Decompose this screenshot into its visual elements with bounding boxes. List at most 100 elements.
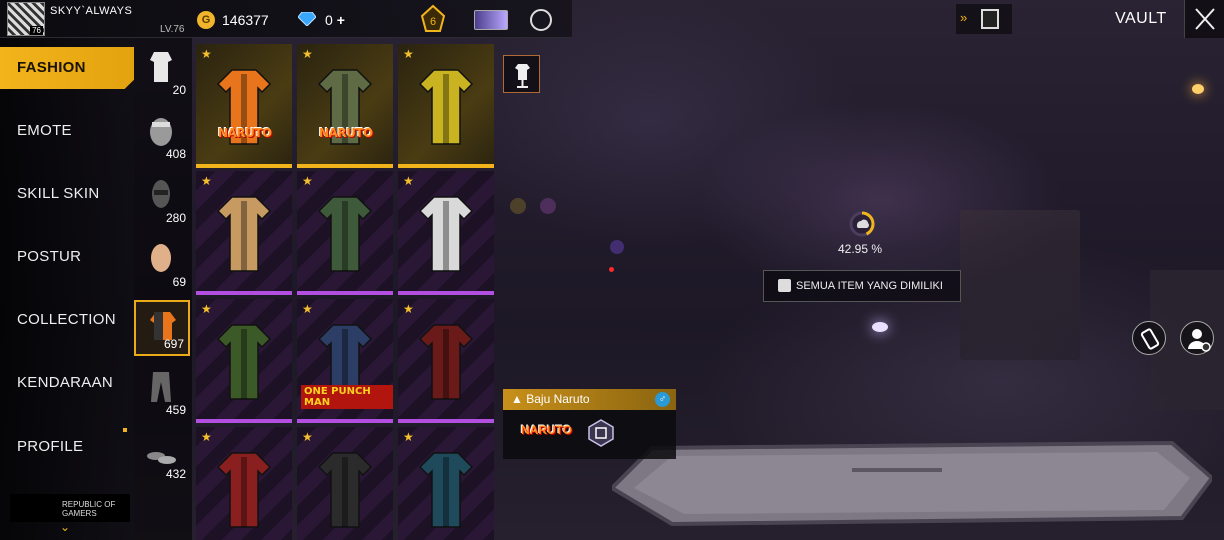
- inventory-item[interactable]: ★: [297, 171, 393, 295]
- emblem-icon[interactable]: [530, 9, 552, 31]
- box-icon: [778, 279, 791, 292]
- shoes-icon: [147, 452, 176, 464]
- menu-item-fashion[interactable]: FASHION: [0, 47, 134, 89]
- inventory-item[interactable]: ★: [297, 427, 393, 540]
- face-icon: [151, 244, 171, 272]
- inventory-item[interactable]: ★: [196, 171, 292, 295]
- menu-item-collection[interactable]: COLLECTION: [0, 299, 134, 341]
- background-light: [1192, 84, 1204, 94]
- display-stage: [612, 440, 1212, 527]
- player-name: SKYY`ALWAYS: [50, 5, 133, 17]
- category-count: 459: [165, 403, 186, 417]
- background-wall: [960, 210, 1080, 360]
- selected-item-name: Baju Naruto: [526, 392, 590, 406]
- inventory-item[interactable]: ★: [196, 299, 292, 423]
- menu-item-skill-skin[interactable]: SKILL SKIN: [0, 173, 134, 215]
- star-icon: ★: [201, 430, 212, 444]
- background-light: [540, 198, 556, 214]
- category-pants[interactable]: 459: [134, 364, 190, 420]
- category-count: 20: [172, 83, 186, 97]
- collab-logo: NARUTO: [319, 126, 373, 140]
- star-icon: ★: [302, 302, 313, 316]
- category-head[interactable]: 280: [134, 172, 190, 228]
- rotate-view-button[interactable]: [1132, 321, 1166, 355]
- background-light: [610, 240, 624, 254]
- category-face[interactable]: 69: [134, 236, 190, 292]
- selected-item-header: ▲ Baju Naruto ♂: [503, 389, 676, 410]
- background-light: [510, 198, 526, 214]
- jacket-icon: [418, 196, 474, 272]
- inventory-item[interactable]: ★: [398, 427, 494, 540]
- jacket-icon: [216, 452, 272, 528]
- category-full-outfit[interactable]: 20: [134, 44, 190, 100]
- collection-progress-ring: [849, 211, 875, 237]
- collab-logo: ONE PUNCH MAN: [301, 385, 393, 409]
- collection-progress-value: 42.95 %: [838, 242, 883, 256]
- menu-item-emote[interactable]: EMOTE: [0, 110, 134, 152]
- item-grid: ★ NARUTO ★ NARUTO ★ ★ ★ ★ ★ ★ ONE PUNCH MAN ★ ★ ★ ★: [192, 38, 494, 540]
- category-column: 20 408 280 69 697 459 432: [134, 38, 192, 540]
- menu-item-profile[interactable]: PROFILE: [0, 426, 134, 468]
- wardrobe-icon: [981, 9, 999, 29]
- jacket-icon: [216, 196, 272, 272]
- branding-text: REPUBLIC OF GAMERS: [62, 500, 116, 518]
- star-icon: ★: [302, 430, 313, 444]
- person-eye-icon: [1188, 329, 1211, 352]
- star-icon: ★: [201, 174, 212, 188]
- wardrobe-toggle-button[interactable]: »: [956, 4, 1012, 34]
- background-light: [609, 267, 614, 272]
- mask-icon: [150, 118, 172, 146]
- inventory-item[interactable]: ★ ONE PUNCH MAN: [297, 299, 393, 423]
- mannequin-button[interactable]: [503, 55, 540, 93]
- inventory-item[interactable]: ★: [398, 44, 494, 168]
- player-level: LV.76: [160, 24, 185, 35]
- jacket-icon: [317, 452, 373, 528]
- collection-icon[interactable]: [587, 419, 615, 447]
- chevron-down-icon[interactable]: ⌄: [60, 520, 70, 534]
- double-chevron-icon: »: [960, 10, 968, 25]
- category-top[interactable]: 697: [134, 300, 190, 356]
- jacket-icon: [418, 324, 474, 400]
- male-icon: ♂: [655, 392, 670, 407]
- star-icon: ★: [201, 302, 212, 316]
- pants-icon: [151, 372, 171, 402]
- player-avatar[interactable]: 76: [7, 2, 45, 36]
- diamond-icon: [298, 12, 316, 26]
- jacket-icon: [418, 452, 474, 528]
- category-count: 697: [163, 337, 184, 351]
- star-icon: ★: [403, 430, 414, 444]
- inventory-item[interactable]: ★ NARUTO: [196, 44, 292, 168]
- star-icon: ★: [302, 47, 313, 61]
- close-button[interactable]: [1184, 0, 1224, 38]
- ticket-icon[interactable]: [474, 10, 508, 30]
- category-mask[interactable]: 408: [134, 108, 190, 164]
- all-owned-items-button[interactable]: SEMUA ITEM YANG DIMILIKI: [763, 270, 961, 302]
- collab-logo: NARUTO: [521, 423, 573, 437]
- background-light: [872, 322, 888, 332]
- view-character-button[interactable]: [1180, 321, 1214, 355]
- coin-count: 146377: [222, 12, 269, 28]
- diamond-count[interactable]: 0 +: [325, 12, 345, 28]
- collab-logo: NARUTO: [218, 126, 272, 140]
- menu-item-kendaraan[interactable]: KENDARAAN: [0, 362, 134, 404]
- inventory-item[interactable]: ★: [398, 171, 494, 295]
- close-icon: [1195, 8, 1215, 30]
- mannequin-icon: [515, 64, 530, 88]
- vault-menu: FASHION EMOTE SKILL SKIN POSTUR COLLECTI…: [0, 38, 134, 540]
- star-icon: ★: [403, 302, 414, 316]
- menu-item-postur[interactable]: POSTUR: [0, 236, 134, 278]
- inventory-item[interactable]: ★: [398, 299, 494, 423]
- shirt-icon: ▲: [511, 392, 523, 406]
- notification-dot: [123, 428, 127, 432]
- star-icon: ★: [201, 47, 212, 61]
- jacket-icon: [418, 69, 474, 145]
- inventory-item[interactable]: ★: [196, 427, 292, 540]
- full-outfit-icon: [150, 52, 172, 82]
- all-owned-items-label: SEMUA ITEM YANG DIMILIKI: [796, 280, 943, 292]
- star-icon: ★: [403, 47, 414, 61]
- inventory-item[interactable]: ★ NARUTO: [297, 44, 393, 168]
- category-shoes[interactable]: 432: [134, 428, 190, 484]
- star-icon: ★: [302, 174, 313, 188]
- rank-badge-icon[interactable]: 6: [418, 4, 448, 34]
- rotate-phone-icon: [1140, 328, 1160, 350]
